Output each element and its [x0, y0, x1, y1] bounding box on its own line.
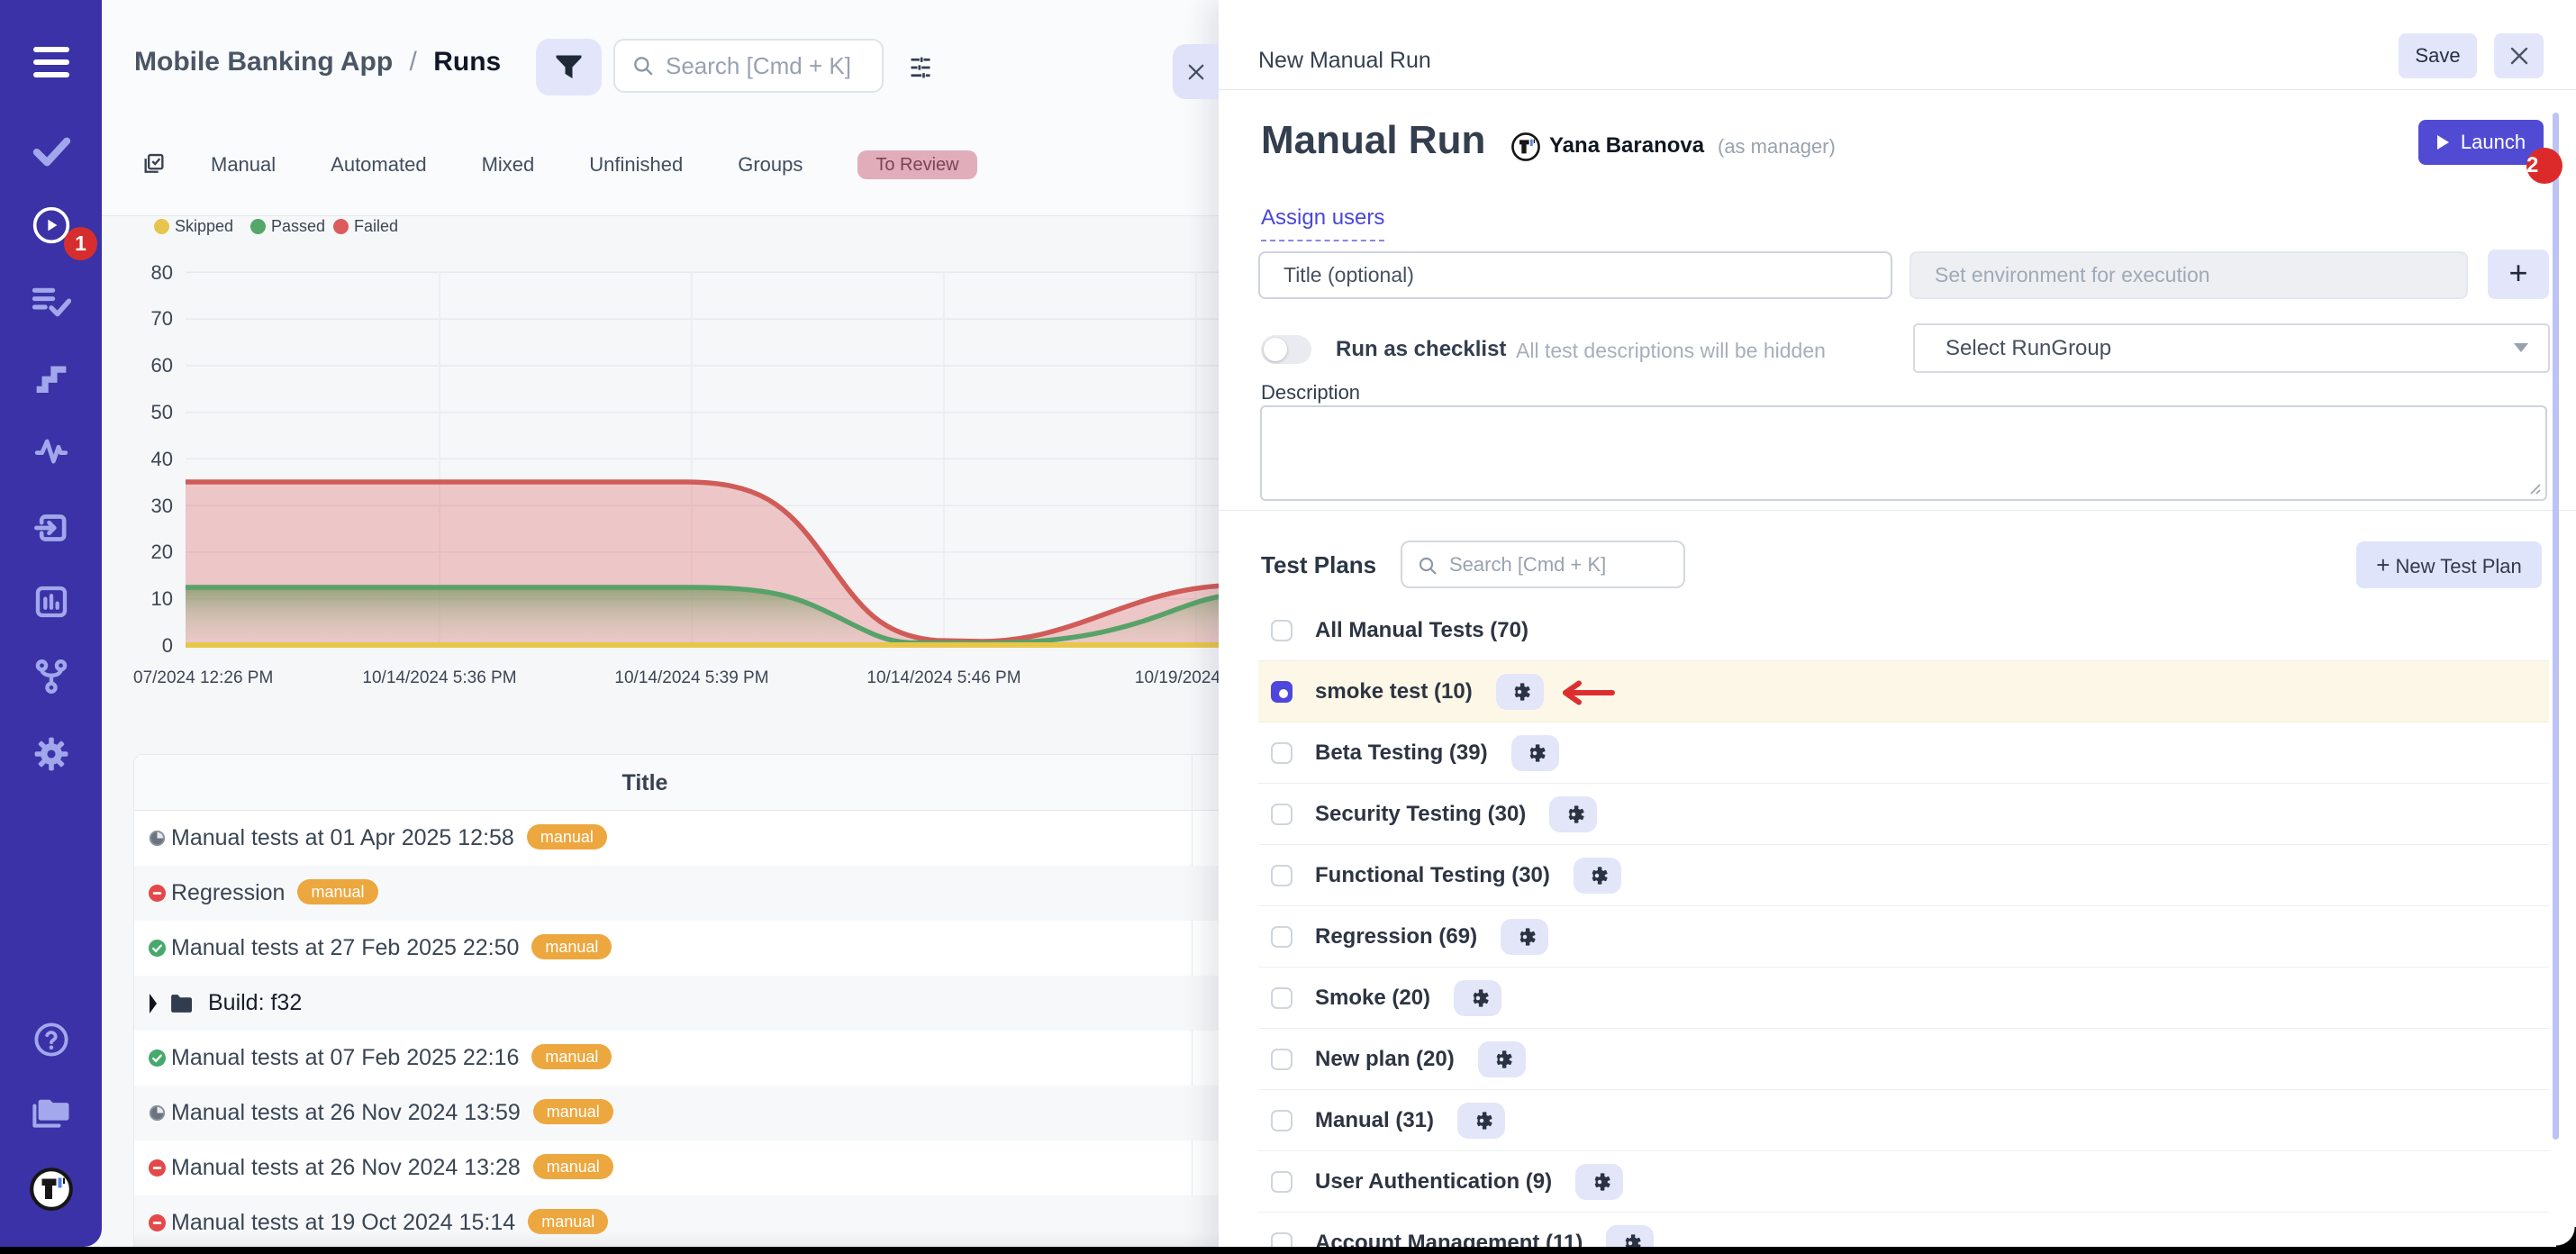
svg-text:40: 40 — [151, 448, 173, 470]
svg-text:10/14/2024 5:36 PM: 10/14/2024 5:36 PM — [362, 668, 516, 687]
svg-text:60: 60 — [151, 354, 173, 377]
svg-text:30: 30 — [151, 495, 173, 517]
svg-text:0: 0 — [162, 634, 173, 657]
svg-text:50: 50 — [151, 401, 173, 423]
svg-text:10/14/2024 5:46 PM: 10/14/2024 5:46 PM — [866, 668, 1020, 687]
svg-text:10/14/2024 5:39 PM: 10/14/2024 5:39 PM — [614, 668, 768, 687]
svg-text:10: 10 — [151, 587, 173, 610]
svg-text:70: 70 — [151, 307, 173, 330]
svg-text:80: 80 — [151, 261, 173, 284]
svg-text:07/2024 12:26 PM: 07/2024 12:26 PM — [133, 668, 273, 687]
svg-text:10/19/2024: 10/19/2024 — [1135, 668, 1221, 687]
svg-text:20: 20 — [151, 541, 173, 563]
